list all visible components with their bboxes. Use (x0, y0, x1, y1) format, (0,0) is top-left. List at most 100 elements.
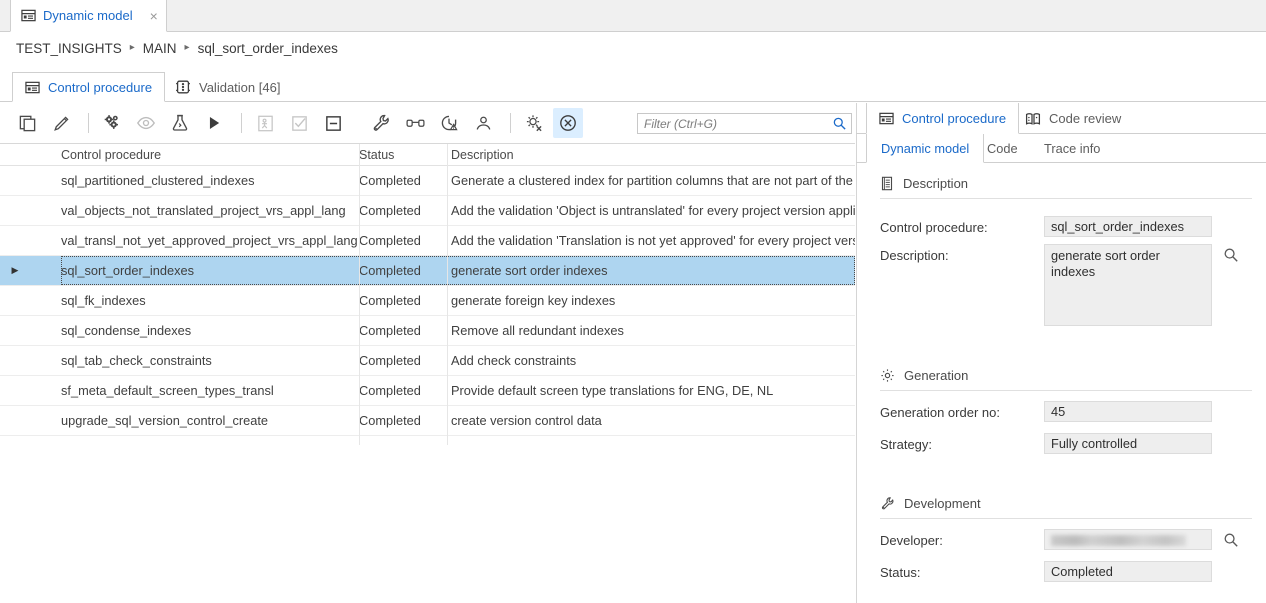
user-icon[interactable] (468, 108, 498, 138)
field-label: Description: (880, 248, 949, 263)
table-row[interactable]: val_transl_not_yet_approved_project_vrs_… (0, 226, 855, 256)
grid-column-divider (359, 144, 360, 445)
breadcrumb-segment-0[interactable]: TEST_INSIGHTS (16, 41, 122, 56)
close-icon[interactable]: × (150, 9, 158, 23)
cell-description[interactable]: Add the validation 'Translation is not y… (451, 233, 855, 248)
field-label: Status: (880, 565, 921, 580)
filter-box[interactable] (637, 113, 852, 134)
control-procedure-value[interactable]: sql_sort_order_indexes (1044, 216, 1212, 237)
filter-input[interactable] (644, 116, 832, 131)
row-indicator-icon: ▶ (11, 265, 19, 275)
gears-icon[interactable] (97, 108, 127, 138)
cell-control-procedure[interactable]: sql_tab_check_constraints (61, 353, 359, 368)
details-subtab-bar: Dynamic model Code Trace info (856, 134, 1266, 163)
checkbox-icon[interactable] (284, 108, 314, 138)
status-value[interactable]: Completed (1044, 561, 1212, 582)
strategy-value[interactable]: Fully controlled (1044, 433, 1212, 454)
breadcrumb-segment-1[interactable]: MAIN (143, 41, 177, 56)
eye-icon[interactable] (131, 108, 161, 138)
edit-pencil-icon[interactable] (46, 108, 76, 138)
table-row[interactable]: sql_tab_check_constraints Completed Add ch… (0, 346, 855, 376)
cell-description[interactable]: Remove all redundant indexes (451, 323, 855, 338)
cell-control-procedure[interactable]: val_transl_not_yet_approved_project_vrs_… (61, 233, 359, 248)
flask-icon[interactable] (165, 108, 195, 138)
cell-control-procedure[interactable]: sf_meta_default_screen_types_transl (61, 383, 359, 398)
settings-remove-icon[interactable] (519, 108, 549, 138)
cell-status[interactable]: Completed (359, 263, 451, 278)
cell-control-procedure[interactable]: sql_partitioned_clustered_indexes (61, 173, 359, 188)
cell-description[interactable]: Add check constraints (451, 353, 855, 368)
section-generation: Generation (880, 365, 1252, 391)
cell-status[interactable]: Completed (359, 203, 451, 218)
tab-label: Control procedure (48, 79, 153, 95)
grid-body: sql_partitioned_clustered_indexes Complet… (0, 166, 855, 436)
details-tab-control-procedure[interactable]: Control procedure (866, 103, 1020, 134)
section-title: Generation (904, 367, 969, 383)
subtab-label: Trace info (1044, 141, 1101, 156)
developer-search-icon[interactable] (1220, 529, 1242, 551)
column-header-control-procedure[interactable]: Control procedure (61, 148, 359, 162)
tab-label: Validation [46] (199, 79, 281, 95)
subtab-label: Code (987, 141, 1018, 156)
table-row[interactable]: ▶ sql_sort_order_indexes Completed generate… (0, 256, 855, 286)
wrench-icon[interactable] (366, 108, 396, 138)
play-icon[interactable] (199, 108, 229, 138)
table-row[interactable]: sf_meta_default_screen_types_transl Compl… (0, 376, 855, 406)
minus-box-icon[interactable] (318, 108, 348, 138)
column-header-status[interactable]: Status (359, 148, 451, 162)
subtab-dynamic-model[interactable]: Dynamic model (866, 134, 985, 163)
wrench-icon (880, 496, 895, 511)
generation-order-no-value[interactable]: 45 (1044, 401, 1212, 422)
details-tab-code-review[interactable]: Code review (1013, 103, 1133, 134)
cell-status[interactable]: Completed (359, 173, 451, 188)
cell-description[interactable]: generate foreign key indexes (451, 293, 855, 308)
developer-value[interactable] (1044, 529, 1212, 550)
copy-icon[interactable] (12, 108, 42, 138)
description-value[interactable]: generate sort order indexes (1044, 244, 1212, 326)
panel-splitter[interactable] (856, 103, 857, 603)
table-row[interactable]: upgrade_sql_version_control_create Comple… (0, 406, 855, 436)
circle-x-icon[interactable] (553, 108, 583, 138)
table-row[interactable]: val_objects_not_translated_project_vrs_a… (0, 196, 855, 226)
cell-status[interactable]: Completed (359, 383, 451, 398)
field-label: Strategy: (880, 437, 933, 452)
cell-control-procedure[interactable]: val_objects_not_translated_project_vrs_a… (61, 203, 359, 218)
clock-warning-icon[interactable] (434, 108, 464, 138)
cell-control-procedure[interactable]: sql_fk_indexes (61, 293, 359, 308)
table-row[interactable]: sql_partitioned_clustered_indexes Complet… (0, 166, 855, 196)
cell-description[interactable]: create version control data (451, 413, 855, 428)
window-tab-dynamic-model[interactable]: Dynamic model × (10, 0, 167, 32)
column-header-description[interactable]: Description (451, 148, 855, 162)
cell-description[interactable]: Generate a clustered index for partition… (451, 173, 855, 188)
cell-status[interactable]: Completed (359, 413, 451, 428)
cell-description[interactable]: Add the validation 'Object is untranslat… (451, 203, 855, 218)
description-search-icon[interactable] (1220, 244, 1242, 266)
table-row[interactable]: sql_condense_indexes Completed Remove all … (0, 316, 855, 346)
cell-status[interactable]: Completed (359, 353, 451, 368)
field-label: Control procedure: (880, 220, 988, 235)
subtab-trace-info[interactable]: Trace info (1030, 134, 1114, 163)
section-title: Description (903, 175, 969, 191)
breadcrumb-segment-2[interactable]: sql_sort_order_indexes (198, 41, 338, 56)
tab-validation[interactable]: Validation [46] (163, 72, 292, 102)
cell-description[interactable]: Provide default screen type translations… (451, 383, 855, 398)
cell-status[interactable]: Completed (359, 293, 451, 308)
grid-column-divider (447, 144, 448, 445)
impact-icon[interactable] (250, 108, 280, 138)
cell-control-procedure[interactable]: sql_condense_indexes (61, 323, 359, 338)
cell-status[interactable]: Completed (359, 323, 451, 338)
cell-description[interactable]: generate sort order indexes (451, 263, 855, 278)
details-tab-label: Control procedure (902, 110, 1007, 126)
section-development: Development (880, 493, 1252, 519)
cell-control-procedure[interactable]: upgrade_sql_version_control_create (61, 413, 359, 428)
glasses-icon[interactable] (400, 108, 430, 138)
cell-status[interactable]: Completed (359, 233, 451, 248)
cell-control-procedure[interactable]: sql_sort_order_indexes (61, 263, 359, 278)
search-icon[interactable] (832, 116, 847, 131)
table-row[interactable]: sql_fk_indexes Completed generate foreign … (0, 286, 855, 316)
section-rule (880, 198, 1252, 199)
section-description: Description (880, 173, 1252, 199)
control-procedure-grid: Control procedure Status Description sql… (0, 144, 855, 603)
field-label: Generation order no: (880, 405, 1000, 420)
tab-control-procedure[interactable]: Control procedure (12, 72, 166, 102)
